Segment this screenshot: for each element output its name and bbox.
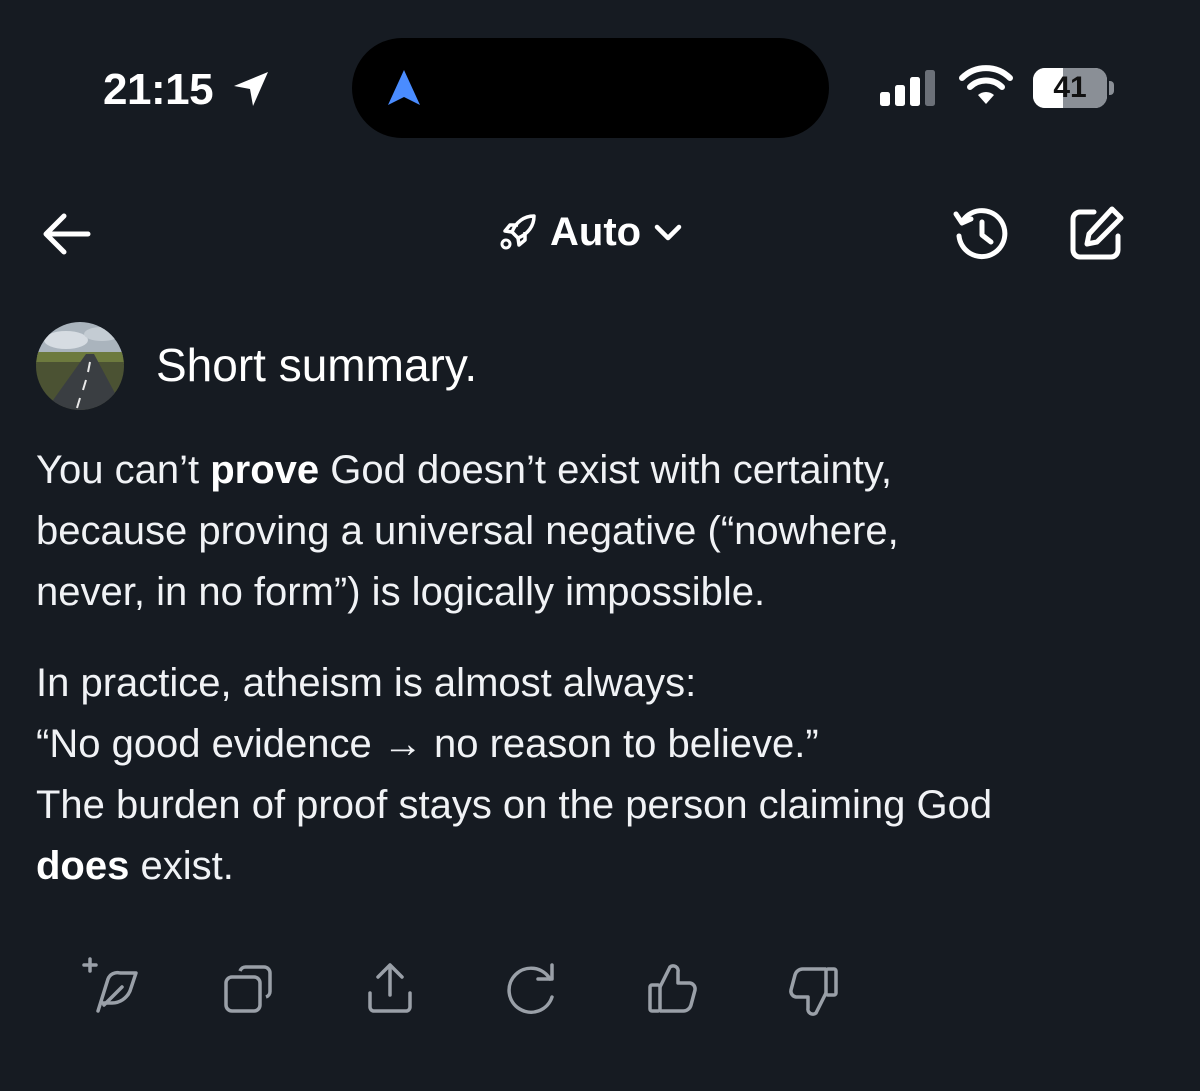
avatar [36, 322, 124, 410]
cellular-signal-icon [878, 68, 942, 108]
bold-text: prove [210, 448, 320, 492]
battery-indicator: 41 [1033, 68, 1114, 108]
response-line: “No good evidence → no reason to believe… [36, 722, 819, 766]
back-arrow-icon [43, 213, 91, 255]
battery-level: 41 [1053, 71, 1087, 104]
bold-text: does [36, 844, 130, 888]
share-button[interactable] [358, 955, 428, 1025]
text-run: You can’t [36, 448, 211, 492]
add-sparkle-icon [82, 957, 138, 1013]
new-chat-button[interactable] [1062, 200, 1130, 268]
thumbs-down-button[interactable] [778, 955, 848, 1025]
back-button[interactable] [36, 206, 98, 262]
status-bar: 21:15 41 [0, 0, 1200, 170]
navigation-arrow-icon [385, 68, 423, 108]
wifi-icon [958, 64, 1014, 108]
thumbs-down-icon [789, 967, 838, 1016]
thumbs-up-icon [648, 964, 697, 1013]
response-line: because proving a universal negative (“n… [36, 509, 899, 553]
response-paragraph: You can’t prove God doesn’t exist with c… [36, 440, 1176, 623]
copy-button[interactable] [218, 955, 288, 1025]
history-button[interactable] [948, 200, 1016, 268]
response-line: In practice, atheism is almost always: [36, 661, 697, 705]
share-icon [368, 963, 412, 1013]
assistant-response: You can’t prove God doesn’t exist with c… [36, 440, 1176, 897]
rocket-icon [496, 210, 540, 254]
response-line: never, in no form”) is logically impossi… [36, 570, 766, 614]
response-line: You can’t prove God doesn’t exist with c… [36, 440, 1176, 501]
response-paragraph: In practice, atheism is almost always: “… [36, 653, 1176, 897]
regenerate-icon [507, 963, 554, 1014]
chat-header: Auto [0, 190, 1200, 280]
text-run: exist. [129, 844, 234, 888]
dynamic-island [352, 38, 829, 138]
chevron-down-icon [651, 215, 685, 249]
status-time: 21:15 [103, 65, 214, 114]
history-icon [953, 208, 1008, 260]
thumbs-up-button[interactable] [638, 955, 708, 1025]
regenerate-button[interactable] [498, 955, 568, 1025]
model-selector[interactable]: Auto [496, 204, 685, 260]
copy-icon [224, 965, 272, 1013]
text-run: God doesn’t exist with certainty, [319, 448, 893, 492]
response-line: does exist. [36, 836, 1176, 897]
response-line: The burden of proof stays on the person … [36, 783, 993, 827]
location-arrow-icon [230, 68, 272, 110]
edit-icon [1070, 206, 1124, 260]
improve-button[interactable] [78, 955, 148, 1025]
response-actions [70, 955, 870, 1035]
model-label: Auto [550, 210, 642, 254]
user-message: Short summary. [156, 339, 478, 391]
